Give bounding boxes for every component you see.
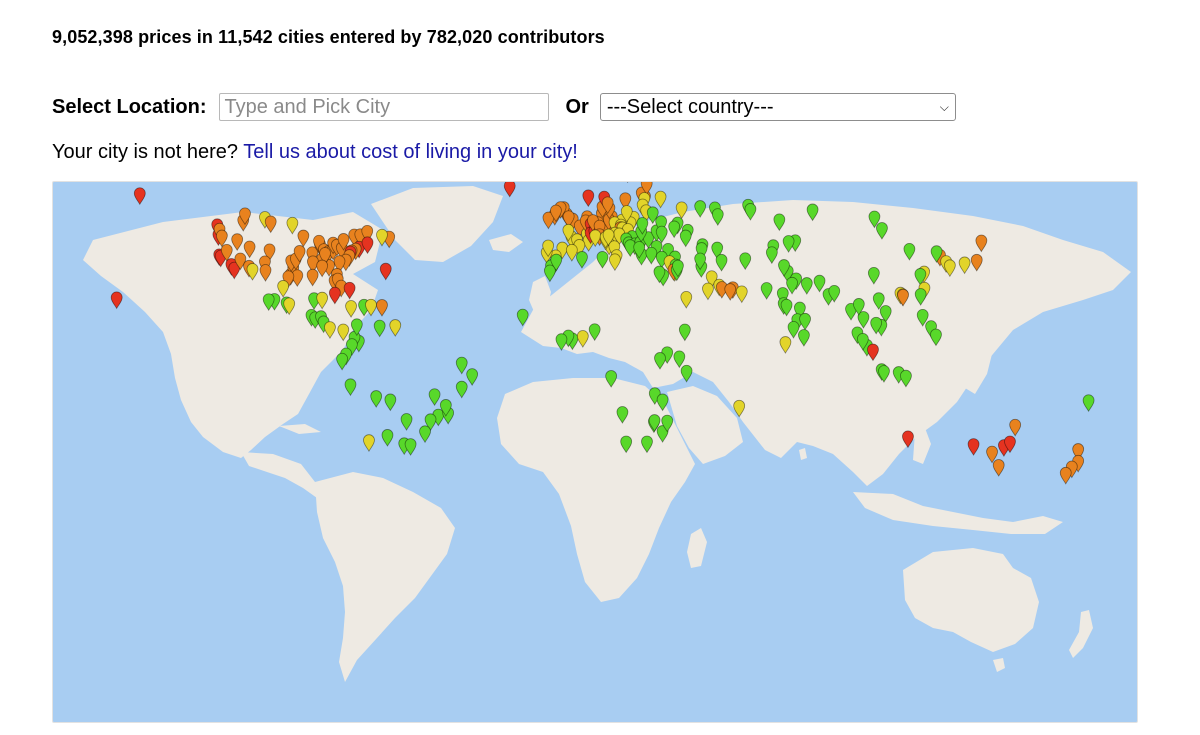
city-search-input[interactable] [219, 93, 550, 121]
country-select-value: ---Select country--- [606, 95, 774, 118]
world-map[interactable] [52, 181, 1138, 723]
map-marker-green[interactable] [428, 388, 441, 407]
select-location-label: Select Location: [52, 95, 207, 118]
land-iceland [489, 234, 523, 252]
map-marker-orange[interactable] [992, 459, 1005, 477]
land-madagascar [687, 528, 707, 568]
land-indonesia [853, 492, 1063, 534]
map-marker-yellow[interactable] [389, 319, 402, 337]
location-row: Select Location: Or ---Select country---… [52, 92, 956, 122]
map-marker-red[interactable] [503, 182, 516, 198]
land-philippines [913, 428, 931, 464]
map-marker-green[interactable] [400, 413, 413, 431]
map-marker-green[interactable] [381, 429, 394, 447]
map-marker-green[interactable] [455, 356, 468, 375]
land-greenland [371, 186, 503, 262]
map-marker-green[interactable] [1082, 394, 1095, 413]
land-new-zealand [1069, 610, 1093, 658]
or-label: Or [565, 95, 589, 118]
map-canvas[interactable] [53, 182, 1138, 723]
map-marker-red[interactable] [133, 187, 146, 206]
map-marker-yellow[interactable] [654, 190, 667, 209]
map-marker-green[interactable] [455, 380, 468, 399]
map-marker-green[interactable] [680, 364, 693, 383]
map-marker-orange[interactable] [376, 299, 388, 317]
land-central-america [241, 452, 325, 498]
map-marker-orange[interactable] [1009, 418, 1022, 437]
map-marker-red[interactable] [110, 291, 123, 310]
add-city-prefix: Your city is not here? [52, 141, 239, 163]
map-marker-green[interactable] [336, 352, 348, 371]
map-marker-green[interactable] [384, 393, 397, 412]
map-marker-red[interactable] [379, 262, 392, 281]
add-city-link[interactable]: Tell us about cost of living in your cit… [243, 141, 578, 163]
map-marker-green[interactable] [466, 368, 479, 386]
map-marker-green[interactable] [373, 319, 386, 338]
country-select[interactable]: ---Select country--- ⌵ [599, 93, 956, 121]
map-marker-green[interactable] [344, 378, 357, 397]
map-marker-green[interactable] [370, 390, 383, 408]
land-tasmania [993, 658, 1005, 672]
map-marker-red[interactable] [967, 438, 980, 456]
land-sri-lanka [799, 448, 807, 460]
land-australia [903, 548, 1039, 652]
map-marker-yellow[interactable] [565, 244, 578, 262]
map-marker-orange[interactable] [1059, 466, 1072, 485]
land-south-america [315, 472, 455, 682]
map-marker-yellow[interactable] [363, 434, 375, 453]
land-africa [497, 378, 695, 602]
map-marker-green[interactable] [419, 425, 431, 444]
chevron-down-icon: ⌵ [939, 99, 949, 114]
map-marker-red[interactable] [582, 189, 595, 208]
stats-summary: 9,052,398 prices in 11,542 cities entere… [52, 27, 605, 47]
map-marker-green[interactable] [576, 251, 588, 269]
add-city-prompt: Your city is not here? Tell us about cos… [52, 141, 578, 164]
map-marker-green[interactable] [404, 438, 417, 456]
land-caribbean [279, 424, 321, 434]
